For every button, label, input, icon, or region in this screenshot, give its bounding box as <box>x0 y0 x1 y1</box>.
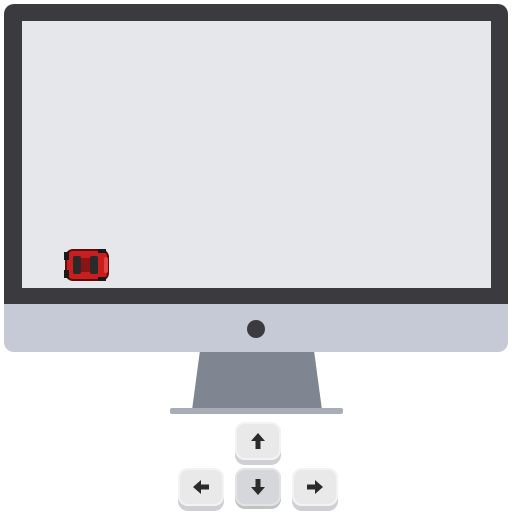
monitor-stand <box>192 352 322 410</box>
arrow-up-icon <box>251 433 265 449</box>
up-arrow-key[interactable] <box>235 422 281 460</box>
monitor-camera <box>247 320 265 338</box>
game-stage <box>0 0 512 512</box>
right-arrow-key[interactable] <box>292 468 338 506</box>
monitor-stand-base <box>170 408 343 414</box>
player-car <box>64 249 109 281</box>
arrow-right-icon <box>307 480 323 494</box>
down-arrow-key[interactable] <box>235 468 281 506</box>
game-screen[interactable] <box>22 21 491 288</box>
left-arrow-key[interactable] <box>178 468 224 506</box>
arrow-left-icon <box>193 480 209 494</box>
arrow-down-icon <box>251 479 265 495</box>
